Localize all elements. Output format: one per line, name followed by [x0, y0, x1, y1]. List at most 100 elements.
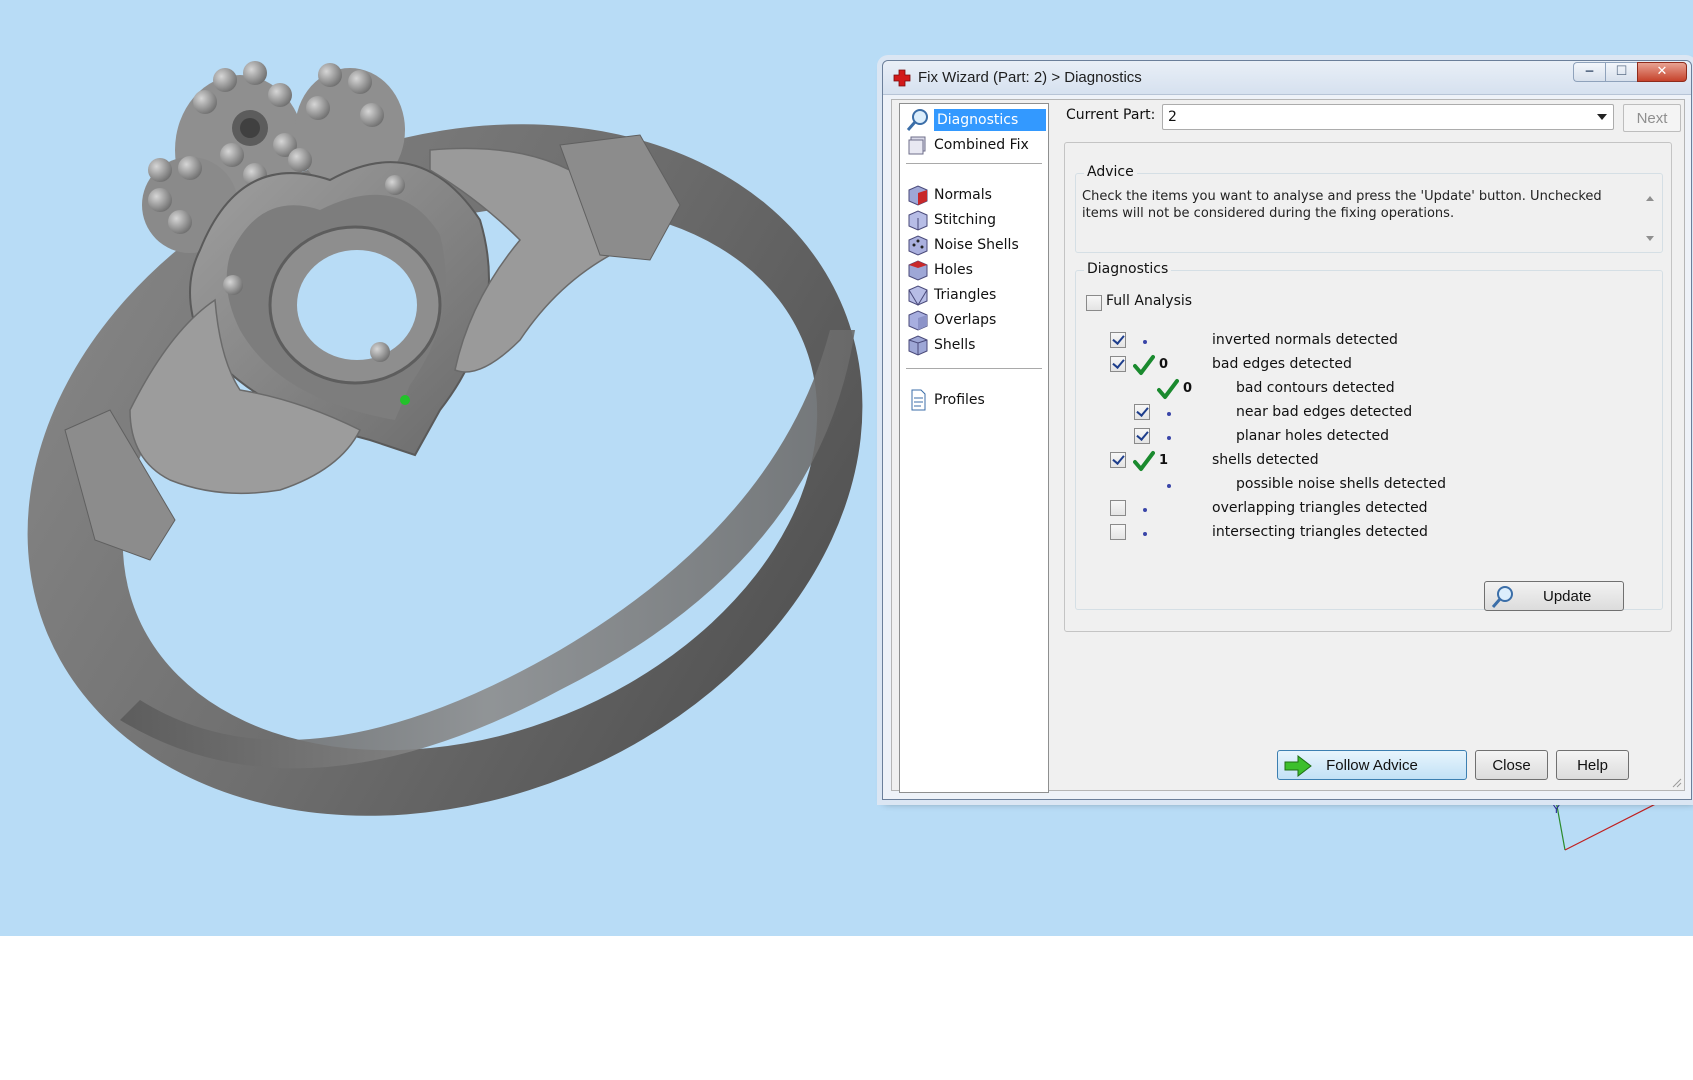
ring-model[interactable]: [0, 0, 880, 936]
sidebar-item-noise-shells[interactable]: Noise Shells: [906, 232, 1019, 258]
window-title: Fix Wizard (Part: 2) > Diagnostics: [918, 69, 1142, 86]
diagnostic-label: bad contours detected: [1236, 380, 1395, 396]
title-bar[interactable]: Fix Wizard (Part: 2) > Diagnostics ‒ ☐ ✕: [883, 61, 1691, 95]
sidebar-item-triangles[interactable]: Triangles: [906, 282, 996, 308]
follow-advice-label: Follow Advice: [1326, 756, 1418, 774]
axis-indicator: Y: [1552, 795, 1675, 851]
diagnostic-checkbox[interactable]: [1110, 500, 1126, 516]
sidebar-item-label: Holes: [934, 262, 973, 278]
svg-text:Y: Y: [1552, 803, 1560, 816]
advice-title: Advice: [1084, 164, 1137, 180]
magnifier-icon: [906, 109, 928, 131]
diagnostic-count: 0: [1159, 357, 1169, 372]
red-cross-icon: [893, 69, 911, 87]
red-cube-icon: [908, 185, 928, 206]
cube-stack-icon: [908, 136, 926, 155]
diagnostic-checkbox[interactable]: [1134, 404, 1150, 420]
green-check-icon: [1133, 451, 1155, 471]
overlap-cube-icon: [908, 310, 928, 331]
current-part-value: 2: [1168, 109, 1177, 125]
magnifier-icon: [1491, 586, 1513, 608]
diagnostic-row: near bad edges detected: [1076, 402, 1636, 426]
current-part-select[interactable]: 2: [1162, 104, 1614, 130]
chevron-down-icon: [1597, 114, 1607, 120]
diagnostic-checkbox[interactable]: [1110, 524, 1126, 540]
scroll-up-icon[interactable]: [1646, 196, 1654, 201]
diagnostic-checkbox[interactable]: [1110, 356, 1126, 372]
next-button[interactable]: Next: [1623, 104, 1681, 132]
minimize-icon: ‒: [1584, 64, 1595, 79]
diagnostic-checkbox[interactable]: [1110, 332, 1126, 348]
sidebar-item-label: Combined Fix: [934, 137, 1029, 153]
sidebar-item-label: Triangles: [934, 287, 997, 303]
maximize-button[interactable]: ☐: [1605, 62, 1637, 82]
green-check-icon: [1157, 379, 1179, 399]
diagnostic-row: overlapping triangles detected: [1076, 498, 1636, 522]
status-dot: [1143, 532, 1147, 536]
document-icon: [911, 389, 926, 411]
full-analysis-label: Full Analysis: [1106, 293, 1193, 309]
diagnostic-label: intersecting triangles detected: [1212, 524, 1428, 540]
maximize-icon: ☐: [1615, 64, 1628, 79]
red-cube-icon: [908, 260, 928, 281]
current-part-label: Current Part:: [1066, 107, 1156, 123]
status-dot: [1167, 484, 1171, 488]
update-button[interactable]: Update: [1484, 581, 1624, 611]
sidebar-item-label: Overlaps: [934, 312, 997, 328]
follow-advice-button[interactable]: Follow Advice: [1277, 750, 1467, 780]
stitch-cube-icon: [908, 210, 928, 231]
diagnostic-row: inverted normals detected: [1076, 330, 1636, 354]
diagnostic-label: overlapping triangles detected: [1212, 500, 1428, 516]
diagnostic-count: 0: [1183, 381, 1193, 396]
sidebar-item-normals[interactable]: Normals: [906, 182, 992, 208]
status-dot: [1167, 412, 1171, 416]
sidebar-item-diagnostics[interactable]: Diagnostics: [906, 107, 1046, 133]
diagnostic-label: planar holes detected: [1236, 428, 1389, 444]
scroll-down-icon[interactable]: [1646, 236, 1654, 241]
sidebar-item-label: Normals: [934, 187, 992, 203]
status-dot: [1143, 508, 1147, 512]
sidebar-divider: [906, 163, 1042, 164]
diagnostic-checkbox[interactable]: [1134, 428, 1150, 444]
advice-text: Check the items you want to analyse and …: [1082, 189, 1602, 221]
wizard-sidebar: Diagnostics Combined Fix Normals Stitchi…: [899, 103, 1049, 793]
sidebar-item-label: Profiles: [934, 392, 985, 408]
sidebar-item-profiles[interactable]: Profiles: [906, 387, 985, 413]
diagnostic-row: 0 bad contours detected: [1076, 378, 1636, 402]
resize-grip-icon[interactable]: [1670, 776, 1682, 788]
green-arrow-icon: [1284, 755, 1312, 777]
advice-group: Advice Check the items you want to analy…: [1075, 164, 1663, 253]
update-label: Update: [1543, 588, 1592, 605]
diagnostic-label: near bad edges detected: [1236, 404, 1413, 420]
close-window-button[interactable]: ✕: [1637, 62, 1687, 82]
sidebar-item-shells[interactable]: Shells: [906, 332, 975, 358]
status-dot: [1167, 436, 1171, 440]
diagnostic-row: 0 bad edges detected: [1076, 354, 1636, 378]
diagnostics-group: Diagnostics Full Analysis inverted norma…: [1075, 261, 1663, 611]
diagnostic-label: bad edges detected: [1212, 356, 1352, 372]
help-button[interactable]: Help: [1556, 750, 1629, 780]
sidebar-item-overlaps[interactable]: Overlaps: [906, 307, 996, 333]
diagnostic-count: 1: [1159, 453, 1169, 468]
diagnostic-checkbox[interactable]: [1110, 452, 1126, 468]
sidebar-divider: [906, 368, 1042, 369]
sidebar-item-stitching[interactable]: Stitching: [906, 207, 996, 233]
full-analysis-checkbox[interactable]: [1086, 295, 1102, 311]
sidebar-item-holes[interactable]: Holes: [906, 257, 973, 283]
close-button[interactable]: Close: [1475, 750, 1548, 780]
diagnostic-row: planar holes detected: [1076, 426, 1636, 450]
sidebar-item-label: Diagnostics: [934, 109, 1046, 131]
shell-cube-icon: [908, 335, 928, 356]
minimize-button[interactable]: ‒: [1573, 62, 1605, 82]
diagnostics-panel: Advice Check the items you want to analy…: [1064, 142, 1672, 632]
diagnostics-title: Diagnostics: [1084, 261, 1172, 277]
sidebar-item-label: Noise Shells: [934, 237, 1019, 253]
diagnostic-label: possible noise shells detected: [1236, 476, 1447, 492]
diagnostic-row: possible noise shells detected: [1076, 474, 1636, 498]
close-icon: ✕: [1656, 64, 1668, 79]
triangle-cube-icon: [908, 285, 928, 306]
sidebar-item-label: Stitching: [934, 212, 996, 228]
dotted-cube-icon: [908, 235, 928, 256]
diagnostic-label: shells detected: [1212, 452, 1319, 468]
sidebar-item-combined-fix[interactable]: Combined Fix: [906, 132, 1029, 158]
